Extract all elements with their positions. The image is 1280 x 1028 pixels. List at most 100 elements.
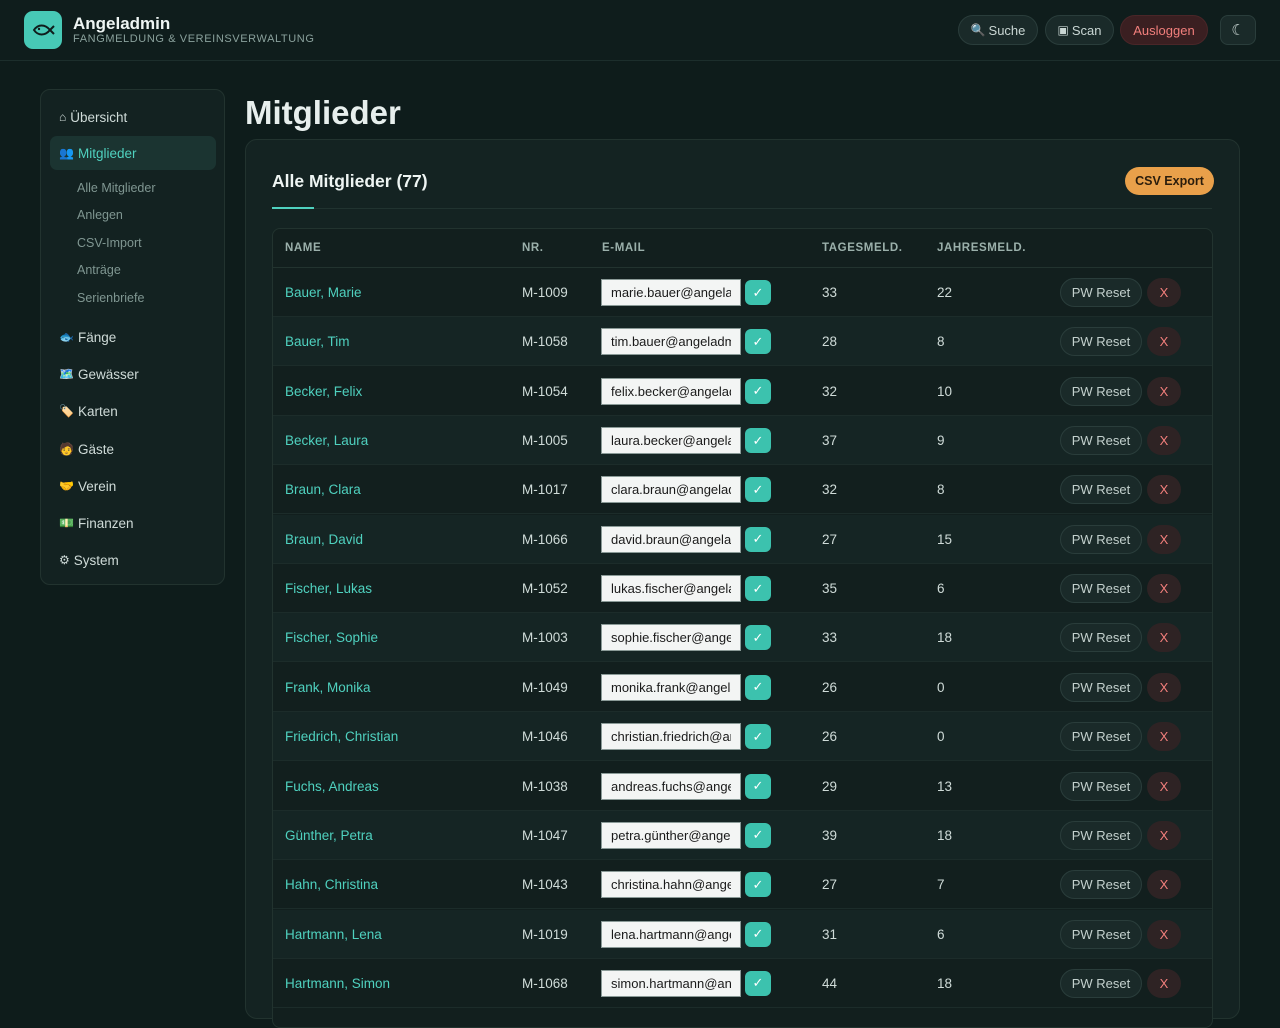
sidebar-item-overview[interactable]: ⌂ Übersicht: [50, 100, 216, 134]
password-reset-button[interactable]: PW Reset: [1060, 672, 1142, 702]
password-reset-button[interactable]: PW Reset: [1060, 771, 1142, 801]
save-email-button[interactable]: ✓: [745, 724, 771, 750]
password-reset-button[interactable]: PW Reset: [1060, 722, 1142, 752]
password-reset-button[interactable]: PW Reset: [1060, 870, 1142, 900]
member-name-link[interactable]: Hartmann, Lena: [285, 927, 382, 942]
save-email-button[interactable]: ✓: [745, 822, 771, 848]
column-header-email[interactable]: E-Mail: [602, 242, 645, 254]
member-name-link[interactable]: Friedrich, Christian: [285, 729, 398, 744]
save-email-button[interactable]: ✓: [745, 526, 771, 552]
delete-member-button[interactable]: X: [1147, 524, 1181, 554]
column-header-name[interactable]: Name: [285, 242, 321, 254]
delete-member-button[interactable]: X: [1147, 672, 1181, 702]
delete-member-button[interactable]: X: [1147, 968, 1181, 998]
password-reset-button[interactable]: PW Reset: [1060, 327, 1142, 357]
member-name-link[interactable]: Hahn, Christina: [285, 877, 378, 892]
save-email-button[interactable]: ✓: [745, 625, 771, 651]
password-reset-button[interactable]: PW Reset: [1060, 376, 1142, 406]
email-field[interactable]: [601, 525, 741, 553]
email-field[interactable]: [601, 920, 741, 948]
email-field[interactable]: [601, 723, 741, 751]
email-field[interactable]: [601, 575, 741, 603]
email-field[interactable]: [601, 871, 741, 899]
save-email-button[interactable]: ✓: [745, 428, 771, 454]
delete-member-button[interactable]: X: [1147, 919, 1181, 949]
save-email-button[interactable]: ✓: [745, 872, 771, 898]
password-reset-button[interactable]: PW Reset: [1060, 278, 1142, 307]
member-name-link[interactable]: Fischer, Lukas: [285, 581, 372, 596]
email-field[interactable]: [601, 279, 741, 306]
member-name-link[interactable]: Bauer, Tim: [285, 334, 350, 349]
theme-toggle-button[interactable]: ☾: [1220, 15, 1256, 45]
member-name-link[interactable]: Fischer, Sophie: [285, 630, 378, 645]
email-field[interactable]: [601, 673, 741, 701]
save-email-button[interactable]: ✓: [745, 773, 771, 799]
sidebar-item-catches[interactable]: 🐟 Fänge: [50, 320, 216, 354]
delete-member-button[interactable]: X: [1147, 574, 1181, 604]
delete-member-button[interactable]: X: [1147, 475, 1181, 505]
sidebar-item-finances[interactable]: 💵 Finanzen: [50, 506, 216, 540]
sidebar-item-waters[interactable]: 🗺️ Gewässer: [50, 357, 216, 391]
scan-button[interactable]: ▣ Scan: [1045, 15, 1114, 45]
column-header-yearly-reports[interactable]: Jahresmeld.: [937, 242, 1026, 254]
logo[interactable]: [24, 11, 62, 49]
password-reset-button[interactable]: PW Reset: [1060, 574, 1142, 604]
member-name-link[interactable]: Becker, Felix: [285, 384, 362, 399]
email-field[interactable]: [601, 772, 741, 800]
member-name-link[interactable]: Fuchs, Andreas: [285, 779, 379, 794]
member-name-link[interactable]: Günther, Petra: [285, 828, 373, 843]
sidebar-subitem-create[interactable]: Anlegen: [77, 208, 123, 222]
delete-member-button[interactable]: X: [1147, 278, 1181, 307]
password-reset-button[interactable]: PW Reset: [1060, 968, 1142, 998]
email-field[interactable]: [601, 624, 741, 652]
save-email-button[interactable]: ✓: [745, 329, 771, 355]
sidebar-subitem-csv-import[interactable]: CSV-Import: [77, 236, 142, 250]
save-email-button[interactable]: ✓: [745, 921, 771, 947]
sidebar-item-cards[interactable]: 🏷️ Karten: [50, 394, 216, 428]
save-email-button[interactable]: ✓: [745, 970, 771, 996]
email-field[interactable]: [601, 969, 741, 997]
delete-member-button[interactable]: X: [1147, 771, 1181, 801]
sidebar-item-system[interactable]: ⚙ System: [50, 543, 216, 577]
delete-member-button[interactable]: X: [1147, 376, 1181, 406]
password-reset-button[interactable]: PW Reset: [1060, 475, 1142, 505]
sidebar-subitem-serial-letters[interactable]: Serienbriefe: [77, 291, 144, 305]
sidebar-subitem-applications[interactable]: Anträge: [77, 263, 121, 277]
save-email-button[interactable]: ✓: [745, 674, 771, 700]
password-reset-button[interactable]: PW Reset: [1060, 524, 1142, 554]
password-reset-button[interactable]: PW Reset: [1060, 426, 1142, 456]
member-name-link[interactable]: Becker, Laura: [285, 433, 368, 448]
sidebar-item-guests[interactable]: 🧑 Gäste: [50, 432, 216, 466]
column-header-daily-reports[interactable]: Tagesmeld.: [822, 242, 903, 254]
delete-member-button[interactable]: X: [1147, 722, 1181, 752]
sidebar-item-club[interactable]: 🤝 Verein: [50, 469, 216, 503]
save-email-button[interactable]: ✓: [745, 576, 771, 602]
csv-export-button[interactable]: CSV Export: [1125, 167, 1214, 195]
delete-member-button[interactable]: X: [1147, 870, 1181, 900]
email-field[interactable]: [601, 377, 741, 405]
password-reset-button[interactable]: PW Reset: [1060, 919, 1142, 949]
save-email-button[interactable]: ✓: [745, 280, 771, 305]
email-field[interactable]: [601, 427, 741, 455]
password-reset-button[interactable]: PW Reset: [1060, 820, 1142, 850]
member-name-link[interactable]: Hartmann, Simon: [285, 976, 390, 991]
save-email-button[interactable]: ✓: [745, 477, 771, 503]
email-field[interactable]: [601, 821, 741, 849]
sidebar-subitem-all-members[interactable]: Alle Mitglieder: [77, 181, 156, 195]
member-name-link[interactable]: Frank, Monika: [285, 680, 371, 695]
sidebar-item-members[interactable]: 👥 Mitglieder: [50, 136, 216, 170]
email-field[interactable]: [601, 476, 741, 504]
logout-button[interactable]: Ausloggen: [1120, 15, 1208, 45]
save-email-button[interactable]: ✓: [745, 378, 771, 404]
email-field[interactable]: [601, 328, 741, 356]
password-reset-button[interactable]: PW Reset: [1060, 623, 1142, 653]
delete-member-button[interactable]: X: [1147, 623, 1181, 653]
search-button[interactable]: 🔍 Suche: [958, 15, 1038, 45]
delete-member-button[interactable]: X: [1147, 426, 1181, 456]
member-name-link[interactable]: Braun, Clara: [285, 482, 361, 497]
column-header-number[interactable]: Nr.: [522, 242, 544, 254]
delete-member-button[interactable]: X: [1147, 820, 1181, 850]
member-name-link[interactable]: Bauer, Marie: [285, 285, 362, 300]
member-name-link[interactable]: Braun, David: [285, 532, 363, 547]
delete-member-button[interactable]: X: [1147, 327, 1181, 357]
